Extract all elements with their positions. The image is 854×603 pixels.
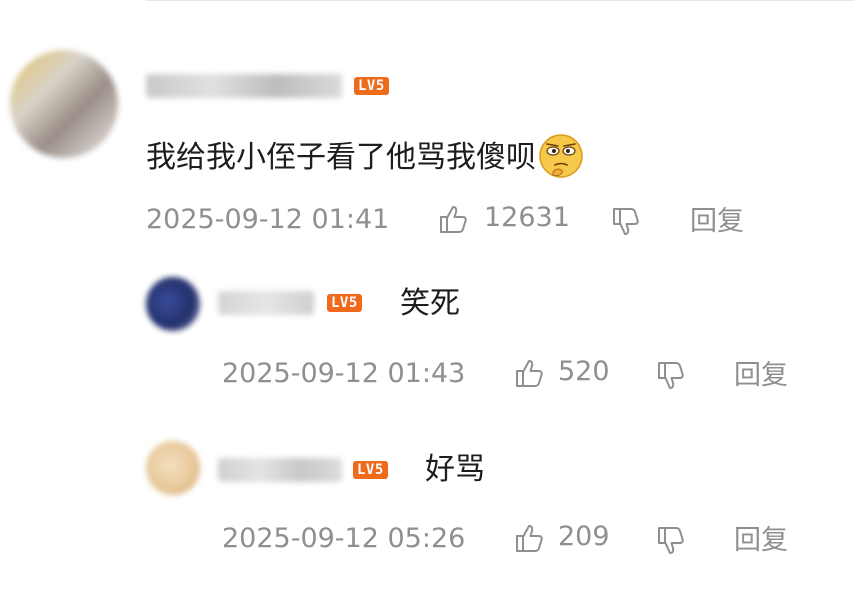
username-blurred[interactable]	[218, 458, 342, 482]
top-divider	[146, 0, 854, 1]
level-badge: LV5	[354, 77, 389, 95]
dislike-icon[interactable]	[656, 524, 688, 556]
comment-text: 好骂	[425, 452, 485, 487]
like-count: 209	[558, 521, 610, 552]
comment-timestamp: 2025-09-12 01:43	[222, 358, 466, 389]
level-badge: LV5	[327, 294, 362, 312]
avatar[interactable]	[146, 277, 200, 331]
avatar[interactable]	[146, 441, 200, 495]
level-badge: LV5	[353, 461, 388, 479]
comment-timestamp: 2025-09-12 01:41	[146, 204, 390, 235]
username-blurred[interactable]	[146, 74, 342, 98]
reply-button[interactable]: 回复	[690, 204, 744, 240]
reply-button[interactable]: 回复	[734, 523, 788, 559]
like-count: 520	[558, 356, 610, 387]
reply-button[interactable]: 回复	[734, 358, 788, 394]
like-count: 12631	[484, 202, 570, 233]
avatar[interactable]	[10, 50, 118, 158]
username-blurred[interactable]	[218, 291, 314, 315]
like-icon[interactable]	[514, 357, 546, 389]
like-icon[interactable]	[438, 203, 470, 235]
dislike-icon[interactable]	[656, 359, 688, 391]
dislike-icon[interactable]	[611, 205, 643, 237]
comment-timestamp: 2025-09-12 05:26	[222, 523, 466, 554]
like-icon[interactable]	[514, 522, 546, 554]
thinking-face-emoji	[539, 133, 583, 178]
comment-text-content: 我给我小侄子看了他骂我傻呗	[146, 140, 536, 175]
comment-text: 我给我小侄子看了他骂我傻呗	[146, 133, 584, 179]
comment-text: 笑死	[400, 286, 460, 321]
